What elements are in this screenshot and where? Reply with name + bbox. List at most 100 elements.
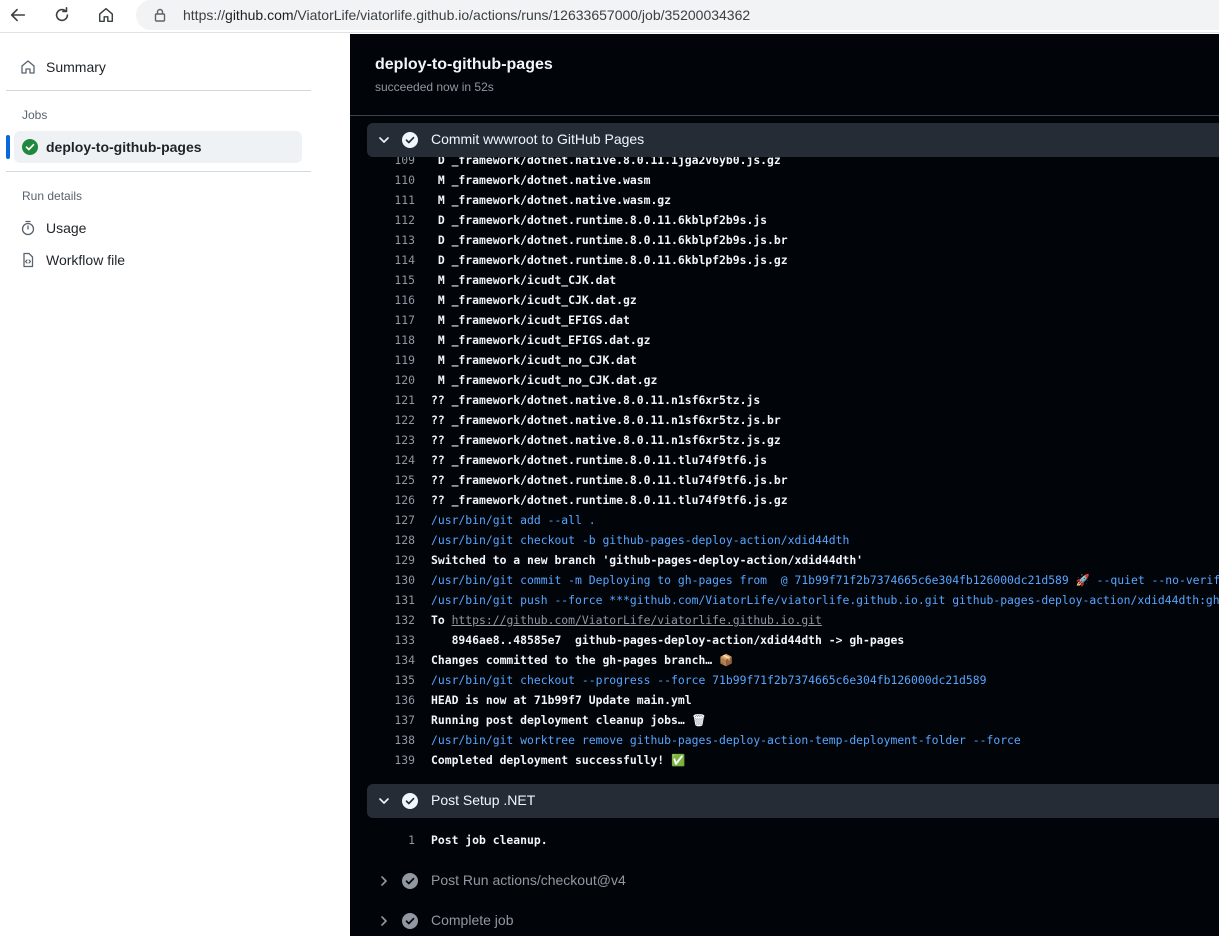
step-title: Complete job bbox=[431, 912, 514, 928]
sidebar-item-summary[interactable]: Summary bbox=[20, 56, 106, 78]
log-text: Switched to a new branch 'github-pages-d… bbox=[431, 553, 864, 567]
line-number[interactable]: 137 bbox=[370, 710, 415, 730]
log-line: 123 ?? _framework/dotnet.native.8.0.11.n1… bbox=[350, 430, 1219, 450]
log-line: 114 D _framework/dotnet.runtime.8.0.11.6… bbox=[350, 250, 1219, 270]
sidebar-item-workflow-file[interactable]: Workflow file bbox=[20, 249, 125, 271]
line-number[interactable]: 121 bbox=[370, 390, 415, 410]
log-text: /usr/bin/git push --force ***github.com/… bbox=[431, 593, 1219, 607]
log-line: 131/usr/bin/git push --force ***github.c… bbox=[350, 590, 1219, 610]
log-line: 118 M _framework/icudt_EFIGS.dat.gz bbox=[350, 330, 1219, 350]
line-number[interactable]: 113 bbox=[370, 230, 415, 250]
line-number[interactable]: 1 bbox=[370, 830, 415, 850]
job-title: deploy-to-github-pages bbox=[375, 56, 553, 73]
step-title: Commit wwwroot to GitHub Pages bbox=[431, 131, 645, 147]
site-info-icon[interactable] bbox=[152, 7, 168, 28]
run-details-heading: Run details bbox=[22, 189, 83, 203]
url-text: https://github.com/ViatorLife/viatorlife… bbox=[183, 7, 751, 23]
line-number[interactable]: 117 bbox=[370, 310, 415, 330]
log-text: /usr/bin/git worktree remove github-page… bbox=[431, 733, 1021, 747]
log-line: 124 ?? _framework/dotnet.runtime.8.0.11.t… bbox=[350, 450, 1219, 470]
check-circle-fill-icon bbox=[402, 873, 418, 889]
log-line: 134 Changes committed to the gh-pages bra… bbox=[350, 650, 1219, 670]
line-number[interactable]: 130 bbox=[370, 570, 415, 590]
line-number[interactable]: 126 bbox=[370, 490, 415, 510]
line-number[interactable]: 111 bbox=[370, 190, 415, 210]
log-text: M _framework/icudt_no_CJK.dat.gz bbox=[431, 373, 658, 387]
step-title: Post Run actions/checkout@v4 bbox=[431, 872, 626, 888]
log-line: 121 ?? _framework/dotnet.native.8.0.11.n1… bbox=[350, 390, 1219, 410]
line-number[interactable]: 123 bbox=[370, 430, 415, 450]
log-line: 115 M _framework/icudt_CJK.dat bbox=[350, 270, 1219, 290]
line-number[interactable]: 114 bbox=[370, 250, 415, 270]
log-line: 1 Post job cleanup. bbox=[350, 830, 1219, 850]
log-line: 127/usr/bin/git add --all . bbox=[350, 510, 1219, 530]
log-text: ?? _framework/dotnet.native.8.0.11.n1sf6… bbox=[431, 393, 761, 407]
line-number[interactable]: 132 bbox=[370, 610, 415, 630]
log-line: 119 M _framework/icudt_no_CJK.dat bbox=[350, 350, 1219, 370]
line-number[interactable]: 135 bbox=[370, 670, 415, 690]
log-text: ?? _framework/dotnet.runtime.8.0.11.tlu7… bbox=[431, 453, 768, 467]
line-number[interactable]: 122 bbox=[370, 410, 415, 430]
jobs-heading: Jobs bbox=[22, 108, 48, 122]
home-button[interactable] bbox=[96, 5, 116, 25]
sidebar-item-usage[interactable]: Usage bbox=[20, 217, 86, 239]
log-line: 135/usr/bin/git checkout --progress --fo… bbox=[350, 670, 1219, 690]
line-number[interactable]: 138 bbox=[370, 730, 415, 750]
log-line: 139 Completed deployment successfully! ✅ bbox=[350, 750, 1219, 770]
line-number[interactable]: 115 bbox=[370, 270, 415, 290]
step-title: Post Setup .NET bbox=[431, 792, 536, 808]
log-text: M _framework/icudt_CJK.dat bbox=[431, 273, 617, 287]
line-number[interactable]: 118 bbox=[370, 330, 415, 350]
sidebar-item-label: deploy-to-github-pages bbox=[46, 139, 202, 155]
line-number[interactable]: 127 bbox=[370, 510, 415, 530]
line-number[interactable]: 139 bbox=[370, 750, 415, 770]
log-line: 112 D _framework/dotnet.runtime.8.0.11.6… bbox=[350, 210, 1219, 230]
line-number[interactable]: 125 bbox=[370, 470, 415, 490]
chevron-right-icon[interactable] bbox=[377, 914, 391, 928]
line-number[interactable]: 110 bbox=[370, 170, 415, 190]
log-text: ?? _framework/dotnet.runtime.8.0.11.tlu7… bbox=[431, 493, 788, 507]
line-number[interactable]: 129 bbox=[370, 550, 415, 570]
chevron-down-icon[interactable] bbox=[377, 794, 391, 808]
line-number[interactable]: 134 bbox=[370, 650, 415, 670]
step-commit-wwwroot[interactable]: Commit wwwroot to GitHub Pages bbox=[367, 123, 1219, 157]
step-complete-job[interactable]: Complete job bbox=[367, 904, 1219, 936]
log-link[interactable]: https://github.com/ViatorLife/viatorlife… bbox=[452, 613, 822, 627]
line-number[interactable]: 116 bbox=[370, 290, 415, 310]
log-text: To https://github.com/ViatorLife/viatorl… bbox=[431, 613, 822, 627]
line-number[interactable]: 124 bbox=[370, 450, 415, 470]
chevron-right-icon[interactable] bbox=[377, 874, 391, 888]
line-number[interactable]: 131 bbox=[370, 590, 415, 610]
line-number[interactable]: 136 bbox=[370, 690, 415, 710]
log-text: Changes committed to the gh-pages branch… bbox=[431, 653, 734, 667]
step-post-checkout[interactable]: Post Run actions/checkout@v4 bbox=[367, 864, 1219, 898]
line-number[interactable]: 119 bbox=[370, 350, 415, 370]
log-text: M _framework/icudt_no_CJK.dat bbox=[431, 353, 637, 367]
log-line: 138/usr/bin/git worktree remove github-p… bbox=[350, 730, 1219, 750]
log-text: /usr/bin/git checkout --progress --force… bbox=[431, 673, 987, 687]
log-line: 125 ?? _framework/dotnet.runtime.8.0.11.t… bbox=[350, 470, 1219, 490]
reload-icon bbox=[55, 6, 69, 22]
arrow-left-icon bbox=[10, 8, 26, 22]
sidebar-item-job[interactable]: deploy-to-github-pages bbox=[6, 131, 302, 163]
line-number[interactable]: 112 bbox=[370, 210, 415, 230]
job-log-panel: deploy-to-github-pages succeeded now in … bbox=[350, 34, 1219, 936]
log-text: /usr/bin/git checkout -b github-pages-de… bbox=[431, 533, 850, 547]
back-button[interactable] bbox=[8, 5, 28, 25]
log-text: D _framework/dotnet.runtime.8.0.11.6kblp… bbox=[431, 213, 768, 227]
job-header: deploy-to-github-pages succeeded now in … bbox=[350, 34, 1219, 116]
log-line: 117 M _framework/icudt_EFIGS.dat bbox=[350, 310, 1219, 330]
check-circle-fill-icon bbox=[402, 132, 418, 148]
check-circle-fill-icon bbox=[402, 793, 418, 809]
chevron-down-icon[interactable] bbox=[377, 133, 391, 147]
line-number[interactable]: 128 bbox=[370, 530, 415, 550]
log-line: 129 Switched to a new branch 'github-page… bbox=[350, 550, 1219, 570]
log-text: ?? _framework/dotnet.native.8.0.11.n1sf6… bbox=[431, 433, 781, 447]
divider bbox=[6, 90, 311, 91]
step-post-setup-dotnet[interactable]: Post Setup .NET bbox=[367, 784, 1219, 818]
line-number[interactable]: 133 bbox=[370, 630, 415, 650]
address-bar[interactable]: https://github.com/ViatorLife/viatorlife… bbox=[136, 0, 1219, 30]
reload-button[interactable] bbox=[52, 5, 72, 25]
home-icon bbox=[98, 7, 114, 23]
line-number[interactable]: 120 bbox=[370, 370, 415, 390]
